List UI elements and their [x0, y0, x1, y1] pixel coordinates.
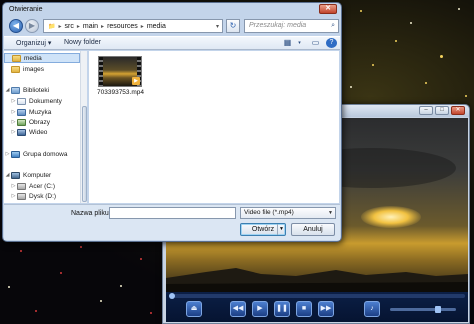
search-input[interactable]: Przeszukaj: media ⌕ [244, 19, 339, 33]
filename-field[interactable] [109, 207, 236, 219]
eject-icon[interactable]: ⏏ [186, 301, 202, 317]
seek-bar[interactable] [169, 293, 465, 299]
filetype-select[interactable]: Video file (*.mp4) ▼ [240, 207, 336, 219]
forward-icon[interactable]: ▶▶ [318, 301, 334, 317]
drive-icon [17, 192, 26, 200]
breadcrumb-item[interactable]: media [147, 23, 166, 30]
organize-button[interactable]: Organizuj ▾ [16, 39, 51, 47]
expand-arrow-icon[interactable]: ▷ [10, 119, 17, 125]
libraries-icon [11, 86, 20, 94]
folder-icon [11, 65, 20, 73]
command-toolbar: Organizuj ▾ Nowy folder ▦ ▾ ▭ ? [4, 36, 340, 50]
search-icon[interactable]: ⌕ [331, 20, 335, 32]
nav-item-pictures[interactable]: ▷ Obrazy [4, 117, 80, 127]
nav-item-libraries[interactable]: ◢ Biblioteki [4, 85, 80, 95]
navigation-pane: media images ◢ Biblioteki ▷ Dokumenty ▷ … [4, 51, 82, 203]
new-folder-button[interactable]: Nowy folder [64, 39, 101, 46]
breadcrumb-item[interactable]: src [65, 23, 74, 30]
expand-arrow-icon[interactable]: ▷ [10, 98, 17, 104]
mute-icon[interactable]: ♪ [364, 301, 380, 317]
sunset-glow [361, 206, 421, 228]
forward-icon[interactable]: ▶ [25, 19, 39, 33]
file-list: ▶ 703393753.mp4 [89, 51, 339, 203]
play-icon[interactable]: ▶ [252, 301, 268, 317]
collapse-arrow-icon[interactable]: ◢ [4, 87, 11, 93]
expand-arrow-icon[interactable]: ▷ [10, 129, 17, 135]
folder-icon [12, 54, 21, 62]
back-icon[interactable]: ◀ [9, 19, 23, 33]
expand-arrow-icon[interactable]: ▷ [10, 183, 17, 189]
nav-item-computer[interactable]: ◢ Komputer [4, 170, 80, 180]
player-window-controls: – □ ✕ [419, 106, 465, 115]
media-badge-icon: ▶ [132, 77, 140, 85]
dialog-footer: Nazwa pliku: Video file (*.mp4) ▼ Otwórz… [4, 204, 340, 240]
collapse-arrow-icon[interactable]: ◢ [4, 172, 11, 178]
nav-item-music[interactable]: ▷ Muzyka [4, 107, 80, 117]
filename-label: Nazwa pliku: [71, 210, 111, 217]
nav-item-media[interactable]: media [4, 53, 80, 63]
pause-icon[interactable]: ❚❚ [274, 301, 290, 317]
music-icon [17, 108, 26, 116]
expand-arrow-icon[interactable]: ▷ [10, 109, 17, 115]
computer-icon [11, 171, 20, 179]
pictures-icon [17, 118, 26, 126]
address-bar[interactable]: 📁 ▸ src ▸ main ▸ resources ▸ media ▾ [43, 19, 223, 33]
view-options-icon[interactable]: ▦ [282, 38, 293, 48]
file-name[interactable]: 703393753.mp4 [97, 89, 144, 96]
nav-scrollbar[interactable] [80, 51, 87, 203]
stop-icon[interactable]: ■ [296, 301, 312, 317]
rewind-icon[interactable]: ◀◀ [230, 301, 246, 317]
scrollbar-thumb[interactable] [82, 106, 87, 202]
nav-item-images[interactable]: images [4, 64, 80, 74]
chevron-down-icon[interactable]: ▼ [277, 224, 285, 235]
close-button[interactable]: ✕ [451, 106, 465, 115]
documents-icon [17, 97, 26, 105]
nav-item-drive-c[interactable]: ▷ Acer (C:) [4, 181, 80, 191]
navigation-bar: ◀ ▶ 📁 ▸ src ▸ main ▸ resources ▸ media ▾… [7, 18, 339, 34]
seek-knob[interactable] [169, 293, 175, 299]
expand-arrow-icon[interactable]: ▷ [10, 193, 17, 199]
breadcrumb-item[interactable]: resources [107, 23, 138, 30]
nav-item-video[interactable]: ▷ Wideo [4, 127, 80, 137]
player-control-bar: ⏏ ◀◀ ▶ ❚❚ ■ ▶▶ ♪ [166, 292, 468, 322]
folder-icon: 📁 [48, 23, 56, 30]
open-button[interactable]: Otwórz ▼ [240, 223, 286, 236]
help-icon[interactable]: ? [326, 38, 337, 48]
open-file-dialog: Otwieranie ✕ ◀ ▶ 📁 ▸ src ▸ main ▸ resour… [2, 2, 342, 242]
preview-pane-icon[interactable]: ▭ [310, 38, 321, 48]
drive-icon [17, 182, 26, 190]
expand-arrow-icon[interactable]: ▷ [4, 151, 11, 157]
chevron-down-icon[interactable]: ▾ [294, 38, 305, 48]
volume-slider[interactable] [390, 306, 456, 313]
dialog-title: Otwieranie [9, 6, 43, 13]
breadcrumb-item[interactable]: main [83, 23, 98, 30]
volume-knob[interactable] [435, 306, 441, 313]
homegroup-icon [11, 150, 20, 158]
nav-item-drive-d[interactable]: ▷ Dysk (D:) [4, 191, 80, 201]
maximize-button[interactable]: □ [435, 106, 449, 115]
chevron-down-icon: ▼ [328, 210, 333, 216]
mountain-silhouette [166, 268, 468, 292]
close-button[interactable]: ✕ [319, 4, 337, 14]
nav-item-documents[interactable]: ▷ Dokumenty [4, 96, 80, 106]
video-thumbnail-icon[interactable]: ▶ [98, 56, 142, 87]
minimize-button[interactable]: – [419, 106, 433, 115]
refresh-icon[interactable]: ↻ [226, 19, 240, 33]
cancel-button[interactable]: Anuluj [291, 223, 335, 236]
video-icon [17, 128, 26, 136]
chevron-down-icon[interactable]: ▾ [216, 23, 219, 30]
nav-item-homegroup[interactable]: ▷ Grupa domowa [4, 149, 80, 159]
